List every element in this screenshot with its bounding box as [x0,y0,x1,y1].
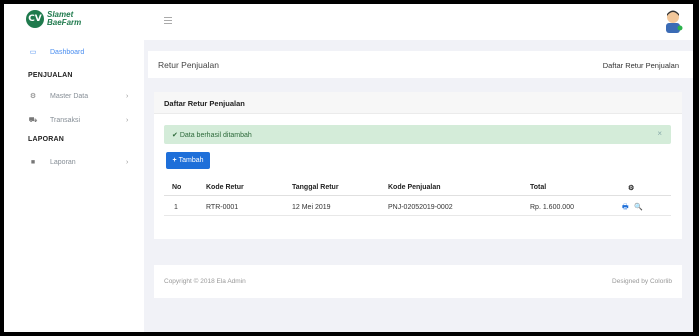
logo-badge-icon: CV [26,10,44,28]
add-button[interactable]: + Tambah [166,152,210,169]
cell-kode-penjualan: PNJ-02052019-0002 [388,204,453,211]
sidebar-item-label: Transaksi [50,116,81,124]
breadcrumb[interactable]: Daftar Retur Penjualan [603,61,679,70]
footer: Copyright © 2018 Ela Admin Designed by C… [154,265,682,298]
sidebar-heading-laporan: LAPORAN [28,136,65,143]
sidebar-item-transaksi[interactable]: ⛟ Transaksi › [4,111,144,129]
retur-card: Daftar Retur Penjualan ✔ Data berhasil d… [154,92,682,239]
col-total: Total [530,184,547,191]
sidebar-item-master-data[interactable]: ⚙ Master Data › [4,87,144,105]
user-avatar[interactable] [663,8,685,34]
gear-icon: ⚙ [628,185,635,192]
laptop-icon: ▭ [29,49,37,56]
alert-message: Data berhasil ditambah [179,132,252,139]
copyright-text: Copyright © 2018 Ela Admin [164,278,246,285]
check-icon: ✔ [172,132,178,139]
search-icon[interactable]: 🔍 [634,203,643,211]
add-button-label: Tambah [178,157,204,164]
col-no: No [172,184,182,191]
sidebar-item-label: Master Data [50,92,89,100]
sidebar-item-label: Dashboard [50,48,85,56]
cell-total: Rp. 1.600.000 [530,204,574,211]
menu-toggle-icon[interactable] [164,17,172,25]
cell-no: 1 [174,204,178,211]
sidebar-item-dashboard[interactable]: ▭ Dashboard [4,43,144,61]
chevron-right-icon: › [126,158,129,166]
cell-kode-retur: RTR-0001 [206,204,239,211]
cogs-icon: ⚙ [29,93,37,100]
brand-line2: BaeFarm [47,18,82,27]
table-header: No Kode Retur Tanggal Retur Kode Penjual… [164,180,671,196]
cell-tanggal: 12 Mei 2019 [292,204,331,211]
col-kode-penjualan: Kode Penjualan [388,184,441,191]
card-title: Daftar Retur Penjualan [164,99,245,108]
success-alert: ✔ Data berhasil ditambah × [164,125,671,144]
chevron-right-icon: › [126,116,129,124]
designer-credit[interactable]: Designed by Colorlib [612,278,672,285]
top-header: CV Slamet BaeFarm [4,4,693,40]
cart-icon: ⛟ [28,116,38,124]
col-kode-retur: Kode Retur [206,184,244,191]
table-row: 1 RTR-0001 12 Mei 2019 PNJ-02052019-0002… [164,200,671,216]
plus-icon: + [172,157,177,164]
chevron-right-icon: › [126,92,129,100]
page-title: Retur Penjualan [158,60,219,70]
sidebar-item-laporan[interactable]: ■ Laporan › [4,153,144,171]
book-icon: ■ [30,158,36,166]
close-icon[interactable]: × [657,129,662,138]
sidebar-heading-penjualan: PENJUALAN [28,72,73,79]
col-tanggal-retur: Tanggal Retur [292,184,339,191]
sidebar-item-label: Laporan [50,158,76,166]
page-title-bar: Retur Penjualan Daftar Retur Penjualan [148,51,693,78]
card-header: Daftar Retur Penjualan [154,92,682,114]
print-icon[interactable]: 🖶 [622,203,629,214]
brand-logo[interactable]: CV Slamet BaeFarm [26,10,81,28]
app-window: CV Slamet BaeFarm ▭ Dashboard PENJUALAN … [4,4,693,332]
sidebar: ▭ Dashboard PENJUALAN ⚙ Master Data › ⛟ … [4,40,144,332]
